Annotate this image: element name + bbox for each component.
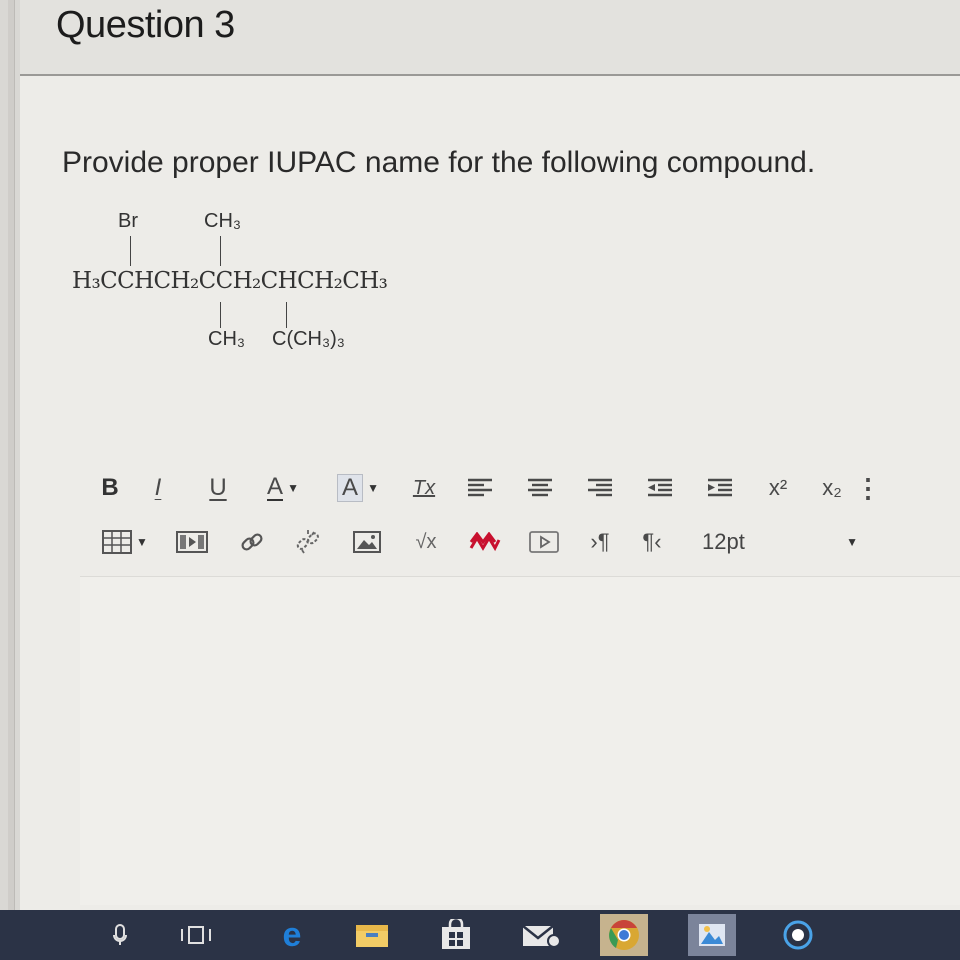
question-header: Question 3 [20, 0, 960, 76]
windows-taskbar: e [0, 910, 960, 960]
taskbar-edge[interactable]: e [268, 914, 316, 956]
question-prompt: Provide proper IUPAC name for the follow… [62, 146, 816, 179]
taskbar-task-view[interactable] [172, 914, 220, 956]
taskbar-app[interactable] [774, 914, 822, 956]
taskbar-store[interactable] [432, 914, 480, 956]
bromine-substituent: Br [118, 210, 138, 232]
unlink-icon [296, 530, 319, 554]
rtl-paragraph-button[interactable]: ¶‹ [626, 524, 678, 560]
bond-tbutyl [286, 302, 287, 328]
tert-butyl-substituent: C(CH₃)₃ [272, 328, 345, 350]
methyl-substituent-bottom: CH₃ [208, 328, 246, 350]
more-vertical-icon: ⋮ [855, 472, 881, 503]
question-content: Provide proper IUPAC name for the follow… [20, 76, 960, 910]
highlight-color-button[interactable]: A ▼ [318, 470, 398, 506]
superscript-icon: x² [768, 475, 788, 500]
embed-media-icon [529, 531, 559, 553]
taskbar-cortana[interactable] [96, 914, 144, 956]
align-left-button[interactable] [450, 470, 510, 506]
answer-editor[interactable] [80, 576, 960, 905]
outdent-button[interactable] [630, 470, 690, 506]
superscript-button[interactable]: x² [750, 470, 806, 506]
align-right-icon [588, 478, 612, 497]
highlight-dropdown-icon: ▼ [367, 481, 379, 495]
ltr-paragraph-button[interactable]: ›¶ [574, 524, 626, 560]
svg-text:e: e [283, 918, 302, 952]
more-options-button[interactable]: ⋮ [855, 470, 881, 506]
media-button[interactable] [158, 524, 226, 560]
taskbar-chrome[interactable] [600, 914, 648, 956]
bond-ch3-bottom [220, 302, 221, 328]
table-button[interactable]: ▼ [92, 524, 158, 560]
unlink-button[interactable] [278, 524, 338, 560]
link-icon [241, 533, 263, 551]
chemistry-icon [469, 532, 501, 552]
equation-button[interactable]: √x [396, 524, 456, 560]
chemistry-button[interactable] [456, 524, 514, 560]
image-icon [353, 531, 381, 553]
compound-structure: Br CH₃ H₃CCHCH₂CCH₂CHCH₂CH₃ CH₃ C(CH₃)₃ [72, 210, 412, 370]
font-color-dropdown-icon: ▼ [287, 481, 299, 495]
ltr-paragraph-icon: ›¶ [590, 529, 610, 554]
underline-button[interactable]: U [188, 470, 248, 506]
toolbar-row-2: ▼ √x ›¶ ¶‹ 12pt ▼ [92, 522, 960, 562]
square-root-icon: √x [415, 530, 437, 553]
taskbar-file-explorer[interactable] [348, 914, 396, 956]
outdent-icon [648, 478, 672, 497]
subscript-icon: x₂ [822, 475, 842, 500]
align-center-button[interactable] [510, 470, 570, 506]
bond-ch3-top [220, 236, 221, 266]
underline-icon: U [209, 474, 227, 501]
bold-button[interactable]: B [92, 470, 128, 506]
font-color-button[interactable]: A ▼ [248, 470, 318, 506]
app-icon [783, 920, 813, 950]
bold-icon: B [101, 474, 119, 501]
mail-icon [522, 925, 560, 948]
embed-media-button[interactable] [514, 524, 574, 560]
table-icon [102, 530, 133, 554]
rich-text-toolbar: B I U A ▼ A ▼ Tx x² x₂ ⋮ ▼ √x ›¶ ¶‹ 12pt… [92, 464, 960, 570]
highlight-color-icon: A [337, 474, 364, 502]
cortana-mic-icon [113, 924, 127, 945]
align-left-icon [468, 478, 492, 497]
italic-icon: I [154, 474, 162, 501]
taskbar-photos[interactable] [688, 914, 736, 956]
font-size-dropdown-icon: ▼ [846, 535, 858, 549]
clear-formatting-button[interactable]: Tx [398, 470, 450, 506]
methyl-substituent-top: CH₃ [204, 210, 242, 232]
taskbar-mail[interactable] [516, 914, 564, 956]
indent-icon [708, 478, 732, 497]
page-side-strip [0, 0, 21, 910]
main-carbon-chain: H₃CCHCH₂CCH₂CHCH₂CH₃ [72, 268, 388, 294]
toolbar-row-1: B I U A ▼ A ▼ Tx x² x₂ ⋮ [92, 468, 960, 508]
font-size-select[interactable]: 12pt ▼ [678, 524, 858, 560]
photos-icon [699, 924, 725, 946]
question-title: Question 3 [56, 4, 235, 46]
page-side-strip-inner [8, 0, 15, 910]
media-icon [176, 531, 208, 553]
clear-formatting-icon: Tx [412, 476, 436, 499]
indent-button[interactable] [690, 470, 750, 506]
rtl-paragraph-icon: ¶‹ [642, 529, 662, 554]
italic-button[interactable]: I [128, 470, 188, 506]
align-center-icon [528, 478, 552, 497]
font-color-icon: A [267, 473, 284, 501]
table-dropdown-icon: ▼ [136, 535, 148, 549]
align-right-button[interactable] [570, 470, 630, 506]
image-button[interactable] [338, 524, 396, 560]
font-size-value: 12pt [702, 529, 745, 554]
task-view-icon [181, 926, 211, 944]
link-button[interactable] [226, 524, 278, 560]
edge-browser-icon: e [283, 918, 302, 952]
store-icon [442, 919, 470, 949]
file-explorer-icon [356, 925, 388, 947]
bond-br [130, 236, 131, 266]
subscript-button[interactable]: x₂ [806, 470, 858, 506]
chrome-icon [609, 920, 639, 950]
